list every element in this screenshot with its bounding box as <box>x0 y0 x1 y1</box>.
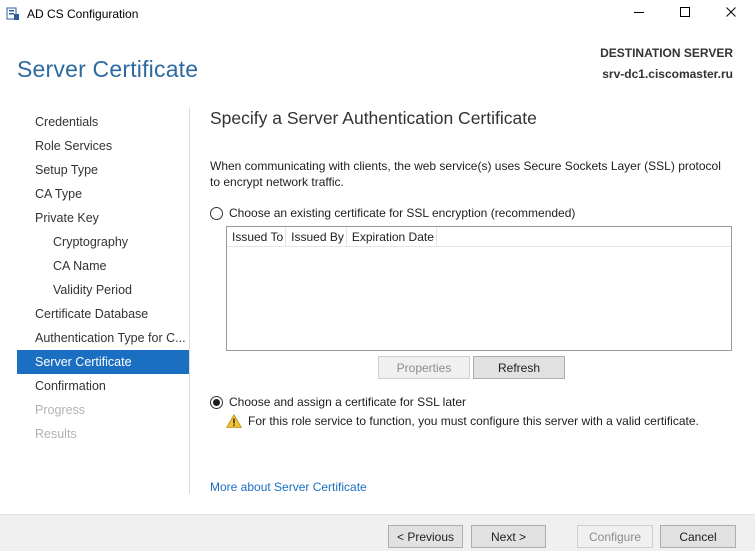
nav-item-ca-name[interactable]: CA Name <box>17 254 189 278</box>
warning-text: For this role service to function, you m… <box>248 414 699 428</box>
certificate-list-header: Issued To Issued By Expiration Date <box>227 227 731 247</box>
more-about-link[interactable]: More about Server Certificate <box>210 480 367 494</box>
warning-message: For this role service to function, you m… <box>226 414 699 428</box>
nav-item-authentication-type[interactable]: Authentication Type for C... <box>17 326 189 350</box>
minimize-button[interactable] <box>616 0 662 28</box>
nav-item-server-certificate[interactable]: Server Certificate <box>17 350 189 374</box>
nav-item-validity-period[interactable]: Validity Period <box>17 278 189 302</box>
refresh-button[interactable]: Refresh <box>473 356 565 379</box>
wizard-footer: < Previous Next > Configure Cancel <box>0 514 755 551</box>
nav-item-confirmation[interactable]: Confirmation <box>17 374 189 398</box>
existing-certificate-label: Choose an existing certificate for SSL e… <box>229 206 576 220</box>
description-text: When communicating with clients, the web… <box>210 159 721 189</box>
nav-item-progress: Progress <box>35 403 86 417</box>
configure-button[interactable]: Configure <box>577 525 653 548</box>
nav-item-certificate-database[interactable]: Certificate Database <box>17 302 189 326</box>
page-title: Server Certificate <box>17 56 199 82</box>
properties-button[interactable]: Properties <box>378 356 470 379</box>
column-header-issued-to[interactable]: Issued To <box>227 227 287 246</box>
existing-certificate-option[interactable]: Choose an existing certificate for SSL e… <box>210 206 575 220</box>
server-manager-icon <box>6 7 20 21</box>
column-header-expiration-date[interactable]: Expiration Date <box>347 227 437 246</box>
nav-item-cryptography[interactable]: Cryptography <box>17 230 189 254</box>
wizard-navigation: Credentials Role Services Setup Type CA … <box>17 110 189 446</box>
existing-certificate-radio[interactable] <box>210 206 223 220</box>
nav-item-credentials[interactable]: Credentials <box>17 110 189 134</box>
nav-item-results: Results <box>35 427 77 441</box>
section-title: Specify a Server Authentication Certific… <box>210 108 537 128</box>
cancel-button[interactable]: Cancel <box>660 525 736 548</box>
close-icon <box>725 5 737 23</box>
main-content: Specify a Server Authentication Certific… <box>210 108 740 494</box>
nav-item-setup-type[interactable]: Setup Type <box>17 158 189 182</box>
radio-selected-dot <box>213 398 220 406</box>
window-title: AD CS Configuration <box>27 7 139 21</box>
warning-triangle-icon <box>226 414 242 428</box>
column-header-issued-by[interactable]: Issued By <box>286 227 347 246</box>
close-button[interactable] <box>708 0 754 28</box>
nav-item-role-services[interactable]: Role Services <box>17 134 189 158</box>
destination-server-name: srv-dc1.ciscomaster.ru <box>602 67 733 81</box>
certificate-list[interactable]: Issued To Issued By Expiration Date <box>226 226 732 351</box>
assign-later-radio[interactable] <box>210 395 223 409</box>
nav-item-private-key[interactable]: Private Key <box>17 206 189 230</box>
nav-divider <box>189 108 190 494</box>
assign-later-option[interactable]: Choose and assign a certificate for SSL … <box>210 395 466 409</box>
previous-button[interactable]: < Previous <box>388 525 463 548</box>
wizard-header: Server Certificate DESTINATION SERVER sr… <box>0 28 755 98</box>
nav-item-ca-type[interactable]: CA Type <box>17 182 189 206</box>
assign-later-label: Choose and assign a certificate for SSL … <box>229 395 467 409</box>
next-button[interactable]: Next > <box>471 525 546 548</box>
maximize-icon <box>679 5 691 23</box>
maximize-button[interactable] <box>662 0 708 28</box>
minimize-icon <box>633 5 645 23</box>
destination-server-label: DESTINATION SERVER <box>600 46 733 60</box>
title-bar: AD CS Configuration <box>0 0 755 28</box>
